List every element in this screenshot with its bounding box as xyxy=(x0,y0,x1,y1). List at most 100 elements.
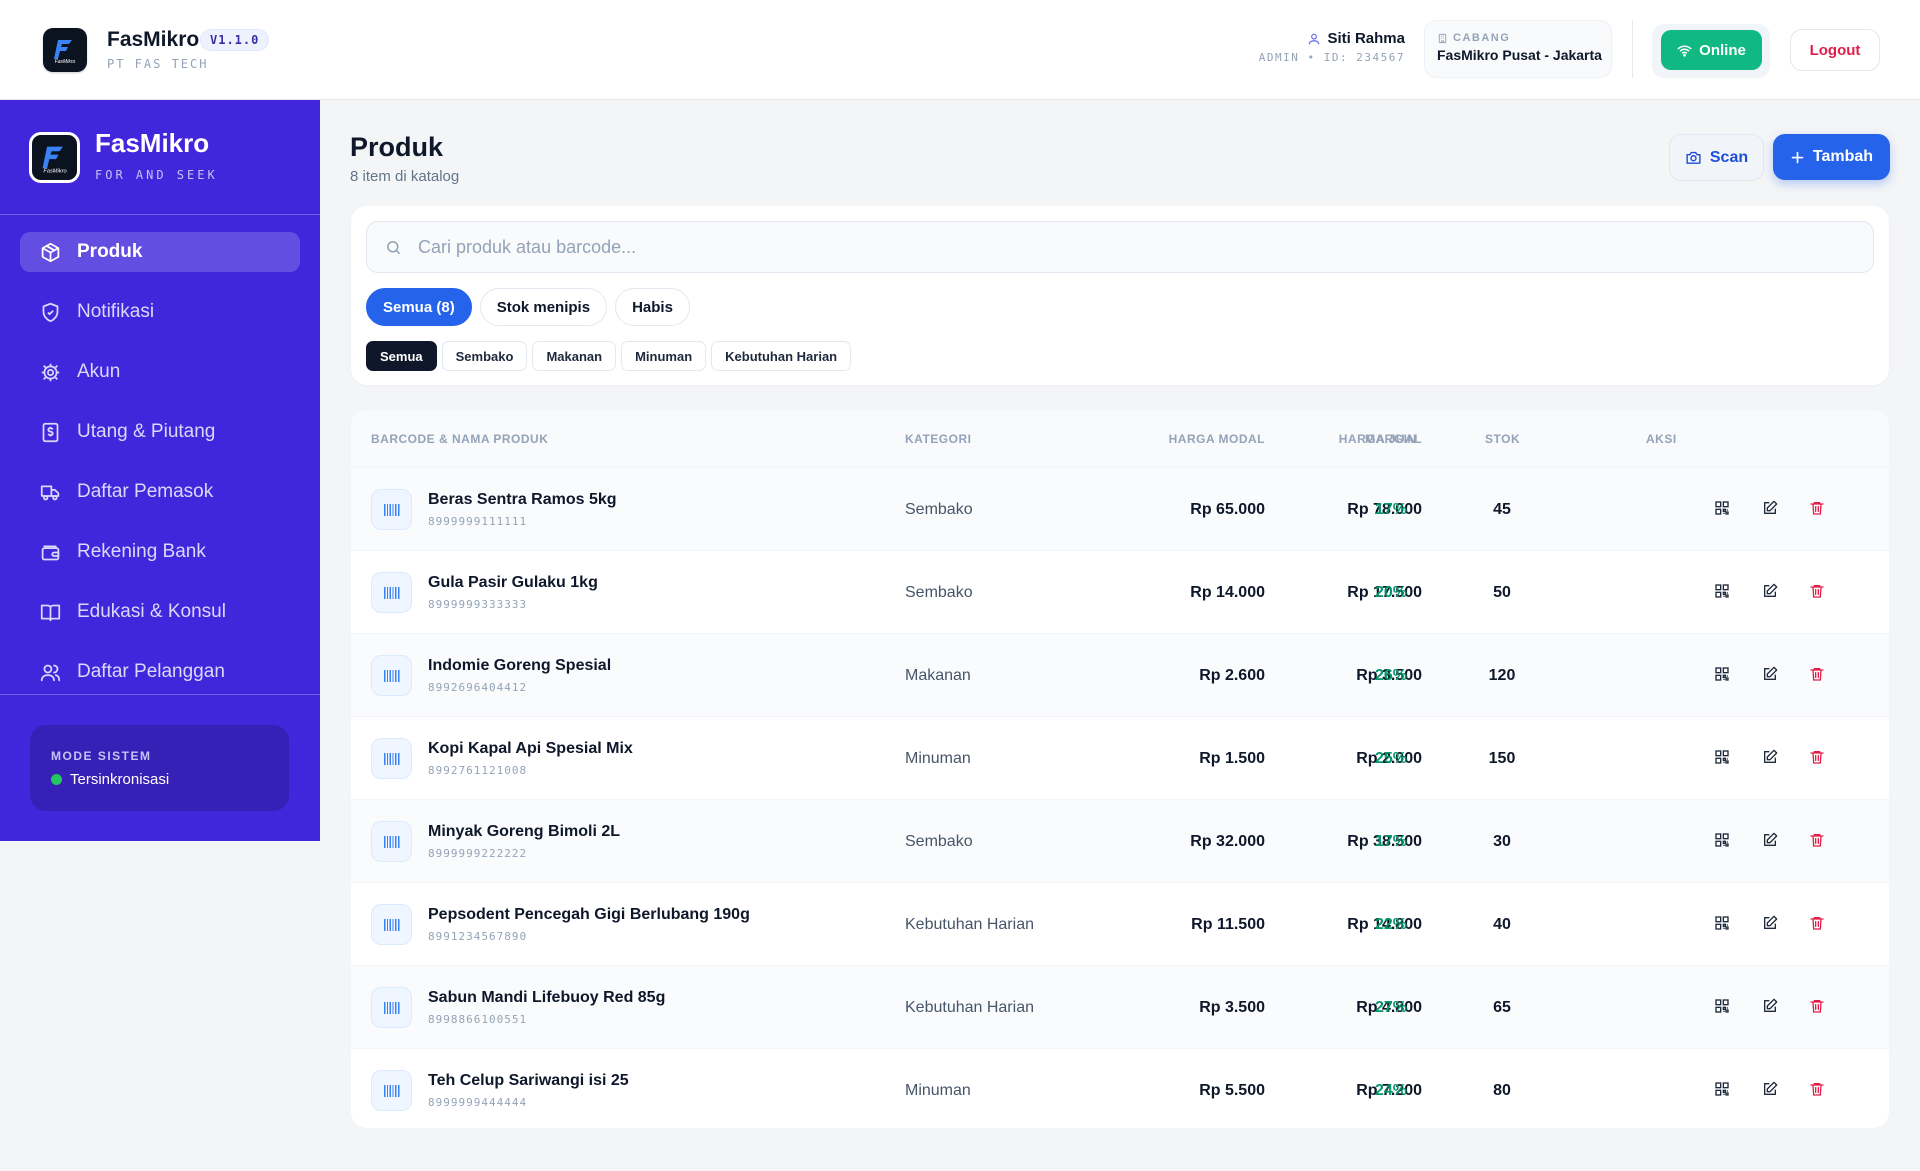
barcode-badge xyxy=(371,1070,412,1111)
product-stock: 80 xyxy=(1493,1082,1511,1099)
branch-selector[interactable]: CABANG FasMikro Pusat - Jakarta xyxy=(1424,20,1612,78)
receipt-icon xyxy=(42,422,59,442)
delete-button[interactable] xyxy=(1806,1078,1828,1100)
scan-button[interactable]: Scan xyxy=(1669,134,1764,181)
qr-code-icon xyxy=(1715,916,1729,930)
barcode-icon xyxy=(383,1084,399,1097)
online-status-button[interactable]: Online xyxy=(1661,30,1762,70)
edit-button[interactable] xyxy=(1759,1078,1781,1100)
edit-icon xyxy=(1764,832,1778,846)
top-header: FasMikro FasMikro V1.1.0 PT FAS TECH Sit… xyxy=(0,0,1920,100)
sidebar-nav: Produk Notifikasi Akun Utang & Piutang D… xyxy=(20,232,300,712)
table-row[interactable]: Pepsodent Pencegah Gigi Berlubang 190g 8… xyxy=(351,882,1889,965)
delete-button[interactable] xyxy=(1806,829,1828,851)
edit-button[interactable] xyxy=(1759,746,1781,768)
category-tab-sembako[interactable]: Sembako xyxy=(441,341,528,371)
delete-button[interactable] xyxy=(1806,912,1828,934)
sync-status: Tersinkronisasi xyxy=(51,771,268,788)
table-row[interactable]: Teh Celup Sariwangi isi 25 8999999444444… xyxy=(351,1048,1889,1128)
user-icon xyxy=(1309,33,1320,44)
stock-tab-all[interactable]: Semua (8) xyxy=(366,288,472,326)
product-table: BARCODE & NAMA PRODUK KATEGORI HARGA MOD… xyxy=(351,410,1889,1128)
version-badge: V1.1.0 xyxy=(200,29,270,51)
product-barcode: 8999999444444 xyxy=(428,1096,528,1109)
table-row[interactable]: Gula Pasir Gulaku 1kg 8999999333333 Semb… xyxy=(351,550,1889,633)
edit-button[interactable] xyxy=(1759,663,1781,685)
stock-tab-empty[interactable]: Habis xyxy=(615,288,690,326)
product-category: Sembako xyxy=(905,501,973,518)
category-filter-tabs: Semua Sembako Makanan Minuman Kebutuhan … xyxy=(366,341,852,371)
edit-button[interactable] xyxy=(1759,829,1781,851)
qr-code-button[interactable] xyxy=(1711,1078,1733,1100)
camera-icon xyxy=(1686,151,1701,164)
sidebar-item-utang-piutang[interactable]: Utang & Piutang xyxy=(20,412,300,452)
category-tab-makanan[interactable]: Makanan xyxy=(532,341,617,371)
branch-name: FasMikro Pusat - Jakarta xyxy=(1437,47,1602,63)
qr-code-button[interactable] xyxy=(1711,663,1733,685)
qr-code-button[interactable] xyxy=(1711,995,1733,1017)
stock-tab-low[interactable]: Stok menipis xyxy=(479,288,608,326)
category-tab-minuman[interactable]: Minuman xyxy=(621,341,707,371)
delete-button[interactable] xyxy=(1806,746,1828,768)
product-category: Kebutuhan Harian xyxy=(905,999,1034,1016)
table-row[interactable]: Sabun Mandi Lifebuoy Red 85g 89988661005… xyxy=(351,965,1889,1048)
product-cost-price: Rp 5.500 xyxy=(1199,1082,1265,1099)
logo-wordmark: FasMikro xyxy=(43,168,66,174)
sidebar-item-daftar-pemasok[interactable]: Daftar Pemasok xyxy=(20,472,300,512)
column-header-actions: AKSI xyxy=(1646,432,1677,446)
sidebar-item-produk[interactable]: Produk xyxy=(20,232,300,272)
product-name: Sabun Mandi Lifebuoy Red 85g xyxy=(428,989,666,1006)
delete-button[interactable] xyxy=(1806,497,1828,519)
online-label: Online xyxy=(1699,41,1746,59)
search-icon xyxy=(387,240,400,254)
product-stock: 40 xyxy=(1493,916,1511,933)
product-margin: 17% xyxy=(1374,833,1408,850)
edit-button[interactable] xyxy=(1759,580,1781,602)
logout-button[interactable]: Logout xyxy=(1790,29,1880,71)
sidebar-item-akun[interactable]: Akun xyxy=(20,352,300,392)
sidebar-item-daftar-pelanggan[interactable]: Daftar Pelanggan xyxy=(20,652,300,692)
qr-code-button[interactable] xyxy=(1711,580,1733,602)
search-input[interactable] xyxy=(418,236,1818,258)
edit-icon xyxy=(1764,666,1778,680)
book-icon xyxy=(40,604,61,621)
barcode-icon xyxy=(383,669,399,682)
product-margin: 25% xyxy=(1374,750,1408,767)
table-row[interactable]: Indomie Goreng Spesial 8992696404412 Mak… xyxy=(351,633,1889,716)
sidebar-item-notifikasi[interactable]: Notifikasi xyxy=(20,292,300,332)
edit-icon xyxy=(1764,583,1778,597)
product-category: Kebutuhan Harian xyxy=(905,916,1034,933)
qr-code-button[interactable] xyxy=(1711,746,1733,768)
sidebar-item-rekening-bank[interactable]: Rekening Bank xyxy=(20,532,300,572)
edit-button[interactable] xyxy=(1759,995,1781,1017)
sidebar-item-edukasi-konsul[interactable]: Edukasi & Konsul xyxy=(20,592,300,632)
product-stock: 150 xyxy=(1488,750,1516,767)
delete-button[interactable] xyxy=(1806,995,1828,1017)
delete-button[interactable] xyxy=(1806,580,1828,602)
table-row[interactable]: Kopi Kapal Api Spesial Mix 8992761121008… xyxy=(351,716,1889,799)
product-barcode: 8999999222222 xyxy=(428,847,528,860)
add-product-button[interactable]: Tambah xyxy=(1773,134,1890,180)
edit-button[interactable] xyxy=(1759,912,1781,934)
table-row[interactable]: Minyak Goreng Bimoli 2L 8999999222222 Se… xyxy=(351,799,1889,882)
edit-button[interactable] xyxy=(1759,497,1781,519)
column-header-cost: HARGA MODAL xyxy=(1168,432,1265,446)
delete-button[interactable] xyxy=(1806,663,1828,685)
table-row[interactable]: Beras Sentra Ramos 5kg 8999999111111 Sem… xyxy=(351,467,1889,550)
qr-code-button[interactable] xyxy=(1711,497,1733,519)
app-logo[interactable]: FasMikro xyxy=(43,28,87,72)
barcode-badge xyxy=(371,572,412,613)
sidebar-item-label: Produk xyxy=(77,241,143,262)
barcode-badge xyxy=(371,655,412,696)
product-cost-price: Rp 2.600 xyxy=(1199,667,1265,684)
user-name-row: Siti Rahma xyxy=(1259,30,1405,47)
product-name: Kopi Kapal Api Spesial Mix xyxy=(428,740,633,757)
sidebar: FasMikro FasMikro FOR AND SEEK Produk No… xyxy=(0,100,320,841)
product-stock: 50 xyxy=(1493,584,1511,601)
category-tab-kebutuhan-harian[interactable]: Kebutuhan Harian xyxy=(711,341,852,371)
trash-icon xyxy=(1810,751,1824,764)
qr-code-button[interactable] xyxy=(1711,829,1733,851)
qr-code-button[interactable] xyxy=(1711,912,1733,934)
category-tab-all[interactable]: Semua xyxy=(366,341,437,371)
product-name: Gula Pasir Gulaku 1kg xyxy=(428,574,598,591)
